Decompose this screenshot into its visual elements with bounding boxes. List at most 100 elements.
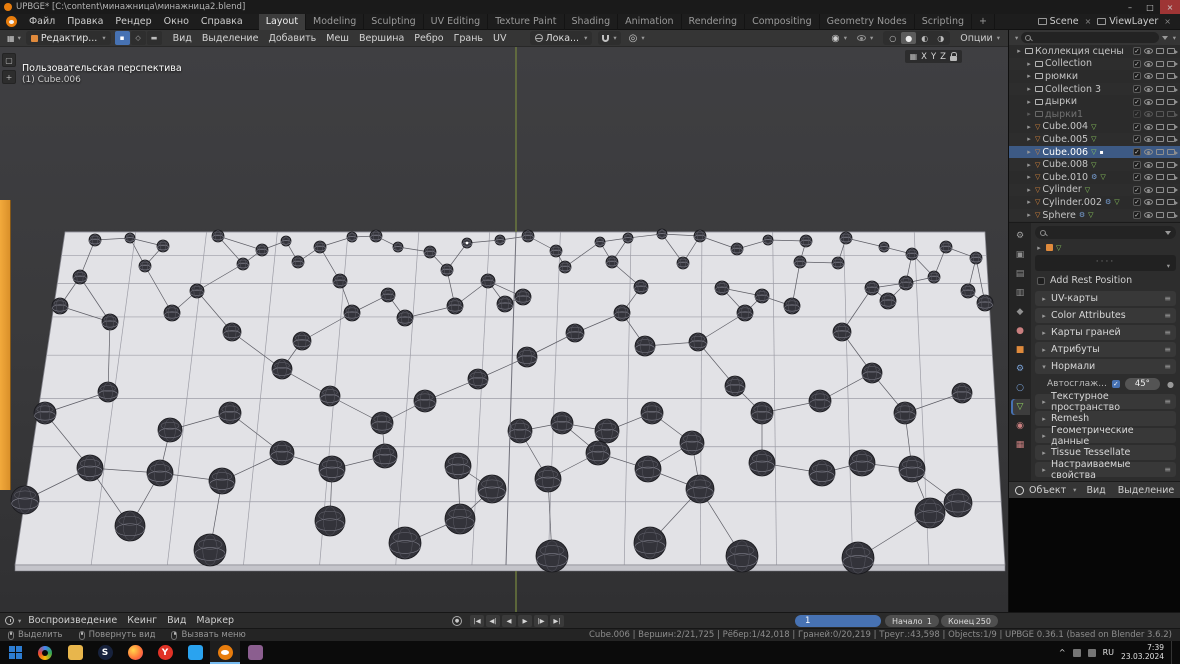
maximize-button[interactable]: □ bbox=[1140, 0, 1160, 14]
hide-eye-icon[interactable] bbox=[1144, 99, 1153, 105]
viewport-3d[interactable]: Пользовательская перспектива (1) Cube.00… bbox=[0, 47, 1008, 612]
shading-wireframe-button[interactable]: ○ bbox=[885, 32, 900, 44]
viewport-menu-item[interactable]: Добавить bbox=[263, 33, 321, 44]
taskbar-explorer-button[interactable] bbox=[60, 641, 90, 664]
taskbar-start-button[interactable] bbox=[0, 641, 30, 664]
language-indicator[interactable]: RU bbox=[1103, 648, 1114, 657]
show-desktop-button[interactable] bbox=[1171, 641, 1176, 664]
frame-end-field[interactable]: Конец250 bbox=[941, 615, 998, 627]
workspace-tab[interactable]: + bbox=[972, 14, 995, 30]
tray-expand-icon[interactable]: ^ bbox=[1059, 648, 1066, 657]
object-mode-dropdown[interactable]: Объект bbox=[1029, 485, 1066, 496]
disable-render-icon[interactable] bbox=[1167, 124, 1175, 130]
outliner-item[interactable]: ▸▽ Cylinder.002⚙▽ ✓ bbox=[1009, 196, 1180, 209]
cursor-tool[interactable]: + bbox=[2, 70, 16, 84]
selectable-checkbox[interactable]: ✓ bbox=[1133, 173, 1141, 181]
menubar-item[interactable]: Правка bbox=[61, 16, 109, 27]
expand-arrow-icon[interactable]: ▸ bbox=[1025, 72, 1033, 80]
hide-eye-icon[interactable] bbox=[1144, 73, 1153, 79]
viewport-menu-item[interactable]: Выделение bbox=[197, 33, 264, 44]
auto-keying-button[interactable]: ● bbox=[452, 616, 462, 626]
properties-tab-object[interactable]: ■ bbox=[1011, 342, 1030, 358]
panel-menu-icon[interactable]: ≡ bbox=[1164, 397, 1171, 406]
disable-viewport-icon[interactable] bbox=[1156, 162, 1164, 168]
expand-arrow-icon[interactable]: ▸ bbox=[1025, 60, 1033, 68]
panel-header[interactable]: ▸ Геометрические данные bbox=[1035, 428, 1176, 443]
hide-eye-icon[interactable] bbox=[1144, 61, 1153, 67]
selectable-checkbox[interactable]: ✓ bbox=[1133, 186, 1141, 194]
taskbar-vscode-button[interactable] bbox=[180, 641, 210, 664]
selectable-checkbox[interactable]: ✓ bbox=[1133, 60, 1141, 68]
hide-eye-icon[interactable] bbox=[1144, 124, 1153, 130]
mode-selector[interactable]: Редактир...▾ bbox=[26, 31, 111, 45]
outliner-item[interactable]: ▸ Коллекция сцены ✓ bbox=[1009, 45, 1180, 58]
workspace-tab[interactable]: Sculpting bbox=[364, 14, 423, 30]
hide-eye-icon[interactable] bbox=[1144, 187, 1153, 193]
workspace-tab[interactable]: Animation bbox=[618, 14, 681, 30]
overlays-dropdown[interactable]: ▾ bbox=[853, 34, 877, 42]
disable-render-icon[interactable] bbox=[1167, 73, 1175, 79]
expand-arrow-icon[interactable]: ▸ bbox=[1025, 98, 1033, 106]
taskbar-misc-button[interactable] bbox=[240, 641, 270, 664]
disable-viewport-icon[interactable] bbox=[1156, 212, 1164, 218]
clock[interactable]: 7:39 23.03.2024 bbox=[1121, 644, 1164, 661]
workspace-tab[interactable]: Rendering bbox=[682, 14, 746, 30]
outliner-filter-dropdown[interactable]: ▾ bbox=[1173, 34, 1176, 42]
taskbar-blender-button[interactable] bbox=[210, 641, 240, 664]
properties-tab-output[interactable]: ▤ bbox=[1011, 266, 1030, 282]
hide-eye-icon[interactable] bbox=[1144, 111, 1153, 117]
auto-smooth-checkbox[interactable]: ✓ bbox=[1112, 380, 1120, 388]
disable-render-icon[interactable] bbox=[1167, 199, 1175, 205]
expand-arrow-icon[interactable]: ▸ bbox=[1025, 85, 1033, 93]
disable-viewport-icon[interactable] bbox=[1156, 111, 1164, 117]
network-icon[interactable] bbox=[1073, 649, 1081, 657]
secondary-menu-item[interactable]: Выделение bbox=[1113, 485, 1180, 496]
workspace-tab[interactable]: Compositing bbox=[745, 14, 820, 30]
outliner-item[interactable]: ▸▽ Cube.004▽ ✓ bbox=[1009, 121, 1180, 134]
shading-rendered-button[interactable]: ◑ bbox=[933, 32, 948, 44]
hide-eye-icon[interactable] bbox=[1144, 162, 1153, 168]
outliner-search-input[interactable] bbox=[1021, 32, 1158, 43]
snap-toggle[interactable]: ▾ bbox=[598, 31, 620, 45]
properties-tab-physics[interactable]: ○ bbox=[1011, 380, 1030, 396]
transport-button-4[interactable]: |▶ bbox=[534, 615, 548, 627]
panel-header[interactable]: ▸ Атрибуты ≡ bbox=[1035, 342, 1176, 357]
volume-icon[interactable] bbox=[1088, 649, 1096, 657]
disable-render-icon[interactable] bbox=[1167, 149, 1175, 155]
hide-eye-icon[interactable] bbox=[1144, 174, 1153, 180]
panel-menu-icon[interactable]: ≡ bbox=[1164, 311, 1171, 320]
timeline-editor-icon[interactable] bbox=[5, 616, 14, 625]
3d-scene-canvas[interactable] bbox=[0, 47, 1008, 612]
panel-menu-icon[interactable]: ≡ bbox=[1164, 362, 1171, 371]
close-button[interactable]: × bbox=[1160, 0, 1180, 14]
outliner-item[interactable]: ▸▽ Cube.010⚙▽ ✓ bbox=[1009, 171, 1180, 184]
taskbar-firefox-button[interactable] bbox=[120, 641, 150, 664]
disable-render-icon[interactable] bbox=[1167, 48, 1175, 54]
scene-name[interactable]: Scene bbox=[1050, 16, 1079, 27]
viewport-menu-item[interactable]: Вершина bbox=[354, 33, 409, 44]
panel-header[interactable]: ▸ Настраиваемые свойства ≡ bbox=[1035, 462, 1176, 477]
properties-tab-scene[interactable]: ◆ bbox=[1011, 304, 1030, 320]
selectable-checkbox[interactable]: ✓ bbox=[1133, 161, 1141, 169]
disable-render-icon[interactable] bbox=[1167, 111, 1175, 117]
panel-header[interactable]: ▸ Карты граней ≡ bbox=[1035, 325, 1176, 340]
properties-tab-tool[interactable]: ⚙ bbox=[1011, 228, 1030, 244]
selectable-checkbox[interactable]: ✓ bbox=[1133, 72, 1141, 80]
viewlayer-name[interactable]: ViewLayer bbox=[1109, 16, 1158, 27]
disable-viewport-icon[interactable] bbox=[1156, 99, 1164, 105]
timeline-menu-item[interactable]: Воспроизведение bbox=[23, 615, 122, 626]
face-select-button[interactable]: ▬ bbox=[147, 31, 162, 45]
gizmos-dropdown[interactable]: ◉▾ bbox=[827, 33, 851, 44]
mirror-axis-toggle[interactable]: Y bbox=[931, 52, 936, 62]
workspace-tab[interactable]: UV Editing bbox=[424, 14, 489, 30]
titlebar[interactable]: UPBGE* [C:\content\минажница\минажница2.… bbox=[0, 0, 1180, 14]
shading-material-button[interactable]: ◐ bbox=[917, 32, 932, 44]
expand-arrow-icon[interactable]: ▸ bbox=[1025, 135, 1033, 143]
selectable-checkbox[interactable]: ✓ bbox=[1133, 98, 1141, 106]
outliner-item[interactable]: ▸ Collection ✓ bbox=[1009, 58, 1180, 71]
properties-tab-texture[interactable]: ▦ bbox=[1011, 437, 1030, 453]
viewport-menu-item[interactable]: Меш bbox=[321, 33, 354, 44]
select-box-tool[interactable]: ▢ bbox=[2, 53, 16, 67]
taskbar-yandex-button[interactable]: Y bbox=[150, 641, 180, 664]
disable-render-icon[interactable] bbox=[1167, 174, 1175, 180]
